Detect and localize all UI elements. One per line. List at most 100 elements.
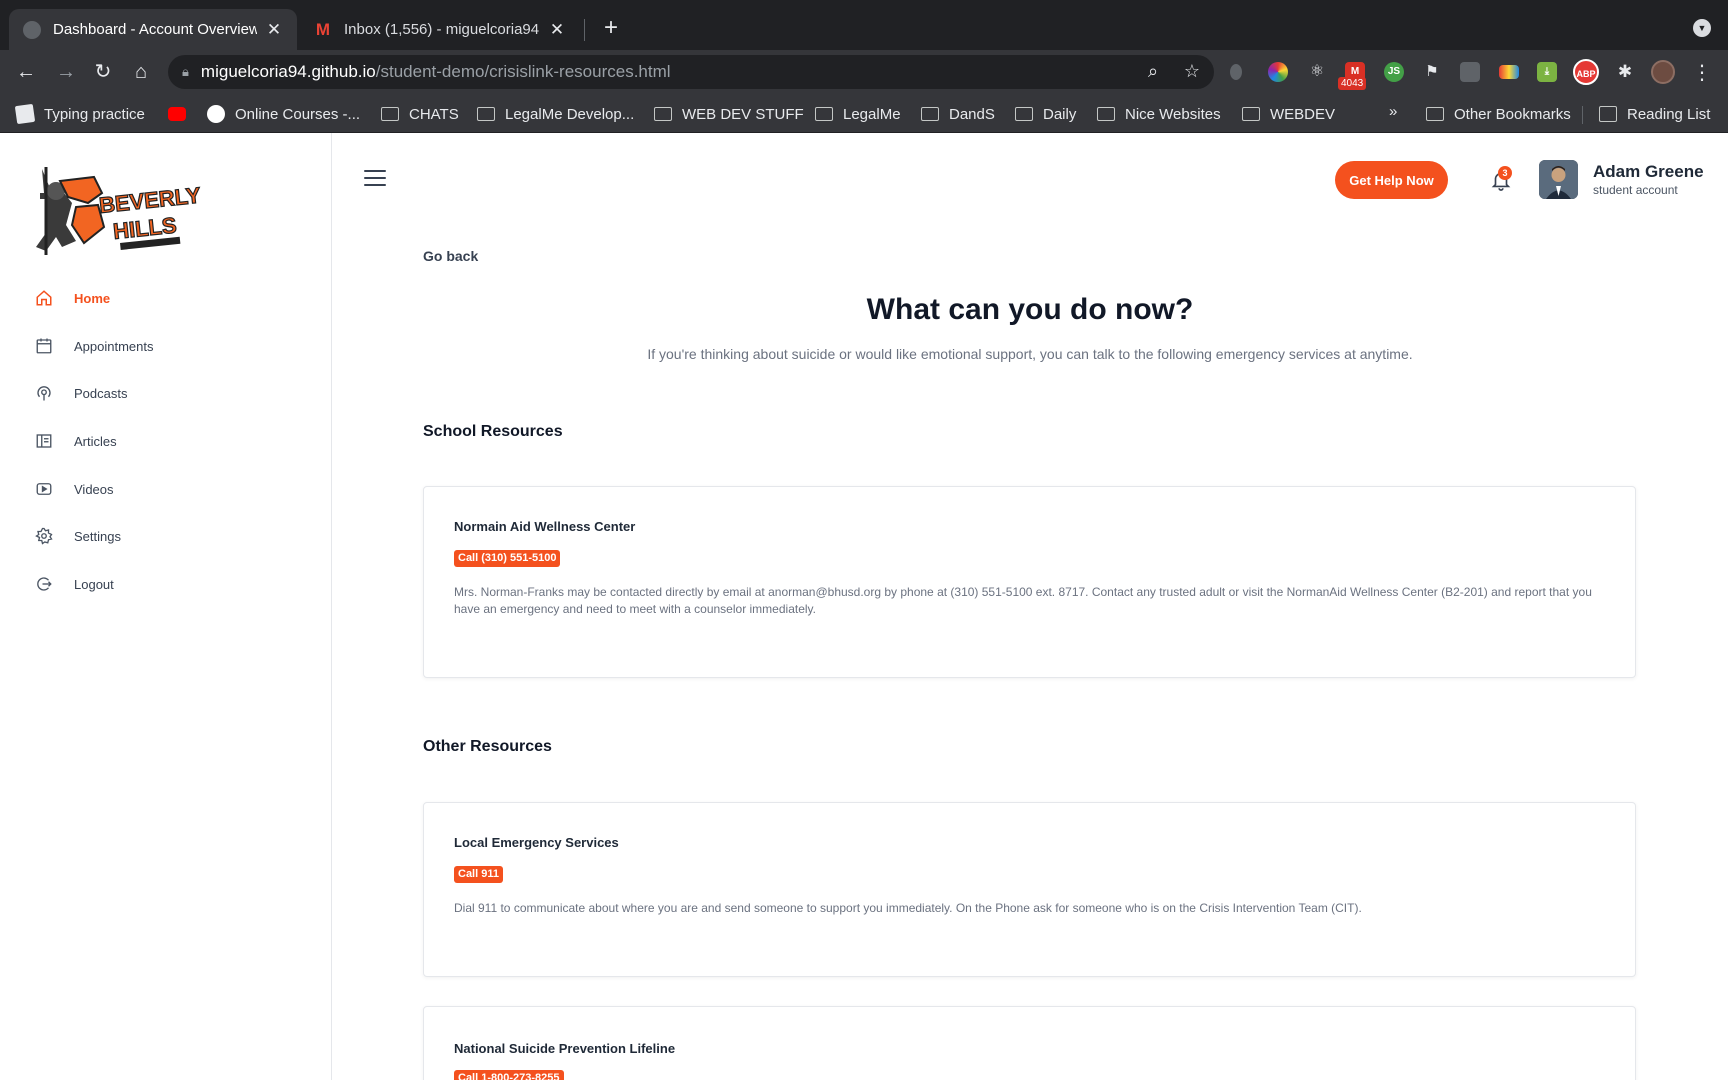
bookmark-legalme[interactable]: LegalMe: [815, 103, 901, 125]
bookmark-reading-list[interactable]: Reading List: [1599, 103, 1710, 125]
gear-icon: [34, 526, 54, 546]
school-resources-heading: School Resources: [423, 423, 563, 440]
sidebar-item-logout[interactable]: Logout: [34, 570, 294, 598]
zoom-icon[interactable]: ⌕: [1141, 59, 1165, 83]
url-host: miguelcoria94.github.io: [200, 62, 376, 81]
call-button[interactable]: Call 911: [454, 866, 503, 883]
url-path: /student-demo/crisislink-resources.html: [375, 62, 671, 81]
sidebar-item-label: Articles: [74, 433, 117, 449]
bookmark-label: Nice Websites: [1125, 105, 1221, 123]
gmail-count-badge: 4043: [1338, 77, 1367, 90]
bookmark-web-dev-stuff[interactable]: WEB DEV STUFF: [654, 103, 804, 125]
articles-icon: [34, 431, 54, 451]
gmail-icon: M: [315, 19, 331, 39]
extension-icon[interactable]: [1230, 64, 1242, 80]
home-icon: [34, 288, 54, 308]
bookmark-label: WEB DEV STUFF: [682, 105, 804, 123]
tool-extension-icon[interactable]: ⚑: [1422, 62, 1442, 82]
bookmark-label: Reading List: [1627, 105, 1711, 123]
folder-icon: [921, 107, 939, 121]
address-bar[interactable]: 🔒︎ miguelcoria94.github.io/student-demo/…: [168, 55, 1214, 89]
sidebar-item-podcasts[interactable]: Podcasts: [34, 379, 294, 407]
puzzle-icon[interactable]: ✱: [1615, 62, 1635, 82]
reload-icon[interactable]: ↻: [91, 60, 115, 84]
go-back-link[interactable]: Go back: [423, 248, 478, 264]
udemy-icon: [207, 105, 225, 123]
bookmarks-bar: Typing practice Online Courses -... CHAT…: [0, 94, 1728, 133]
resource-name: Local Emergency Services: [454, 835, 619, 850]
bookmark-label: Other Bookmarks: [1454, 105, 1571, 123]
folder-icon: [654, 107, 672, 121]
tab-search-button[interactable]: ▼: [1693, 19, 1711, 37]
bookmark-other-bookmarks[interactable]: Other Bookmarks: [1426, 103, 1571, 125]
bookmark-daily[interactable]: Daily: [1015, 103, 1076, 125]
palette-extension-icon[interactable]: [1499, 65, 1519, 79]
bookmarks-overflow-button[interactable]: »: [1389, 103, 1397, 120]
sidebar-item-appointments[interactable]: Appointments: [34, 332, 294, 360]
home-icon[interactable]: ⌂: [129, 60, 153, 84]
reading-list-icon: [1599, 106, 1617, 122]
profile-avatar-icon[interactable]: [1651, 60, 1675, 84]
bookmark-nice-websites[interactable]: Nice Websites: [1097, 103, 1221, 125]
color-extension-icon[interactable]: [1268, 62, 1288, 82]
close-icon[interactable]: ✕: [548, 20, 566, 40]
bookmark-webdev[interactable]: WEBDEV: [1242, 103, 1335, 125]
resource-name: National Suicide Prevention Lifeline: [454, 1041, 676, 1056]
sidebar-item-articles[interactable]: Articles: [34, 427, 294, 455]
resource-card: Normain Aid Wellness Center Call (310) 5…: [423, 486, 1636, 678]
page-subtitle: If you're thinking about suicide or woul…: [647, 346, 1413, 362]
sidebar-item-home[interactable]: Home: [34, 284, 294, 312]
sidebar-item-label: Settings: [74, 528, 121, 544]
sidebar-item-label: Logout: [74, 576, 114, 592]
tab-dashboard[interactable]: Dashboard - Account Overview ✕: [9, 9, 297, 50]
call-button[interactable]: Call 1-800-273-8255: [454, 1070, 564, 1080]
bookmark-typing-practice[interactable]: Typing practice: [14, 103, 145, 125]
react-devtools-icon[interactable]: ⚛: [1307, 62, 1327, 82]
sidebar-item-label: Appointments: [74, 338, 154, 354]
resource-description: Mrs. Norman-Franks may be contacted dire…: [454, 585, 1592, 616]
folder-icon: [477, 107, 495, 121]
bookmark-legalme-develop[interactable]: LegalMe Develop...: [477, 103, 634, 125]
toggle-extension-icon[interactable]: JS: [1384, 62, 1404, 82]
tab-divider: [584, 19, 585, 41]
new-tab-button[interactable]: +: [598, 14, 624, 42]
folder-icon: [1097, 107, 1115, 121]
notification-count-badge: 3: [1498, 166, 1512, 180]
bookmark-label: WEBDEV: [1270, 105, 1336, 123]
call-button[interactable]: Call (310) 551-5100: [454, 550, 561, 567]
bookmark-label: LegalMe: [843, 105, 901, 123]
bookmark-label: Typing practice: [44, 105, 145, 123]
star-icon[interactable]: ☆: [1180, 59, 1204, 83]
bookmark-online-courses[interactable]: Online Courses -...: [207, 103, 360, 125]
sidebar: BEVERLY HILLS Home Appointments Podcasts: [0, 133, 332, 1080]
hamburger-menu-icon[interactable]: [364, 170, 386, 186]
bookmark-youtube[interactable]: [168, 103, 196, 125]
menu-icon[interactable]: ⋮: [1692, 60, 1712, 85]
browser-toolbar: ← → ↻ ⌂ 🔒︎ miguelcoria94.github.io/stude…: [0, 50, 1728, 94]
school-logo[interactable]: BEVERLY HILLS: [32, 163, 212, 263]
sidebar-item-videos[interactable]: Videos: [34, 475, 294, 503]
adblock-icon[interactable]: ABP: [1573, 59, 1599, 85]
sidebar-item-label: Podcasts: [74, 385, 128, 401]
user-avatar[interactable]: [1539, 160, 1578, 199]
resource-card: National Suicide Prevention Lifeline Cal…: [423, 1006, 1636, 1080]
bookmark-chats[interactable]: CHATS: [381, 103, 459, 125]
close-icon[interactable]: ✕: [265, 20, 283, 40]
screen-extension-icon[interactable]: [1460, 62, 1480, 82]
back-icon[interactable]: ←: [14, 60, 38, 84]
tab-inbox[interactable]: M Inbox (1,556) - miguelcoria94@gmail.co…: [300, 9, 580, 50]
sidebar-item-settings[interactable]: Settings: [34, 522, 294, 550]
download-extension-icon[interactable]: ⤓: [1537, 62, 1557, 82]
folder-icon: [1426, 107, 1444, 121]
bookmark-label: Daily: [1043, 105, 1077, 123]
browser-tab-bar: Dashboard - Account Overview ✕ M Inbox (…: [0, 0, 1728, 50]
other-resources-heading: Other Resources: [423, 738, 552, 755]
bookmarks-divider: [1582, 106, 1583, 124]
tab-title: Inbox (1,556) - miguelcoria94@gmail.com: [344, 21, 540, 38]
bookmark-label: Online Courses -...: [235, 105, 361, 123]
bookmark-dands[interactable]: DandS: [921, 103, 995, 125]
folder-icon: [381, 107, 399, 121]
page-title: What can you do now?: [866, 293, 1194, 326]
get-help-now-button[interactable]: Get Help Now: [1335, 161, 1448, 199]
forward-icon[interactable]: →: [54, 60, 78, 84]
